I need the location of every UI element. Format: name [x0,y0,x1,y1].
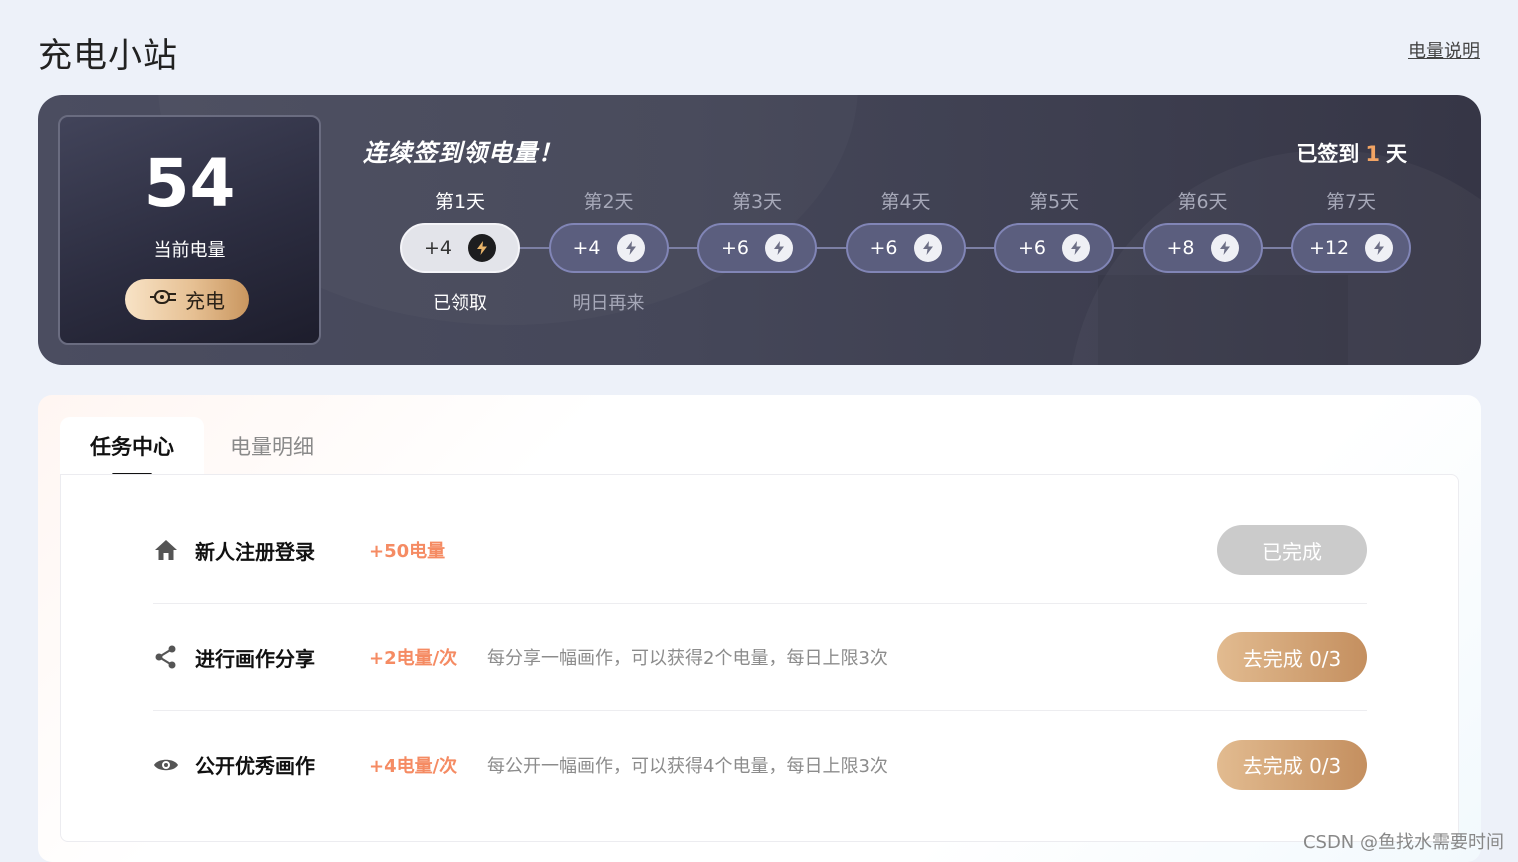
day-label: 第5天 [1028,191,1080,213]
task-description: 每公开一幅画作，可以获得4个电量，每日上限3次 [487,755,888,777]
task-row: 新人注册登录 +50电量 已完成 [153,497,1367,604]
charge-button[interactable]: 充电 [125,279,249,320]
signin-day-7[interactable]: 第7天 +12 [1291,187,1411,273]
task-reward: +50电量 [369,541,446,562]
lightning-icon [913,234,942,262]
day-label: 第2天 [583,191,634,213]
task-name: 进行画作分享 [195,646,315,671]
tab-energy-detail[interactable]: 电量明细 [200,417,344,475]
lightning-icon [616,234,645,262]
signin-day-5[interactable]: 第5天 +6 [994,187,1114,273]
day-reward: +8 [1166,237,1195,259]
task-reward: +4电量/次 [369,755,458,777]
home-icon [153,537,179,563]
day-label: 第6天 [1177,191,1228,213]
task-list: 新人注册登录 +50电量 已完成 进行画作分享 +2电量/次 每分享一幅画作，可… [60,474,1459,842]
task-panel: 任务中心 电量明细 新人注册登录 +50电量 已完成 进行画作分享 +2电量/次… [38,395,1481,862]
task-row: 进行画作分享 +2电量/次 每分享一幅画作，可以获得2个电量，每日上限3次 去完… [153,604,1367,711]
signin-status: 已签到 1 天 [1296,138,1407,168]
day-label: 第3天 [731,191,783,213]
day-reward-pill: +6 [845,223,966,273]
lightning-icon [1365,234,1394,262]
signin-status-suffix: 天 [1386,142,1407,166]
energy-label: 当前电量 [153,240,226,261]
day-reward-pill: +12 [1291,223,1411,273]
lightning-icon [765,234,793,262]
day-label: 第4天 [880,191,931,213]
day-reward-pill: +6 [994,223,1114,273]
day-reward-pill: +8 [1142,223,1263,273]
task-go-button[interactable]: 去完成 0/3 [1217,739,1367,790]
task-completed-button[interactable]: 已完成 [1217,525,1367,575]
signin-day-6[interactable]: 第6天 +8 [1142,187,1263,273]
lightning-icon [468,234,496,262]
signin-day-3[interactable]: 第3天 +6 [697,187,817,273]
day-reward-pill: +4 [548,223,669,273]
signin-day-2[interactable]: 第2天 +4 明日再来 [548,187,669,315]
day-reward: +4 [572,237,601,259]
eye-icon [153,752,179,778]
day-label: 第1天 [434,191,486,213]
day-reward-pill: +6 [697,223,817,273]
page-title: 充电小站 [38,36,178,76]
task-name: 公开优秀画作 [195,754,315,778]
day-reward-pill: +4 [400,223,520,273]
signin-days-count: 1 [1365,142,1380,166]
charge-button-label: 充电 [185,289,225,313]
day-reward: +6 [720,237,749,259]
signin-day-1[interactable]: 第1天 +4 已领取 [400,187,520,315]
lightning-icon [1210,234,1239,262]
task-name: 新人注册登录 [195,539,315,564]
day-reward: +12 [1308,237,1350,259]
tab-task-center[interactable]: 任务中心 [60,417,204,476]
day-reward: +6 [1017,237,1046,259]
plug-icon [149,287,177,312]
lightning-icon [1062,234,1090,262]
day-note: 已领取 [433,293,487,314]
day-label: 第7天 [1325,191,1377,213]
energy-card: 54 当前电量 充电 [58,115,321,345]
signin-title: 连续签到领电量！ [363,139,563,167]
task-go-button[interactable]: 去完成 0/3 [1217,632,1367,682]
day-reward: +4 [423,237,452,259]
tab-label: 任务中心 [90,435,174,459]
watermark: CSDN @鱼找水需要时间 [1302,832,1504,853]
share-icon [153,644,179,670]
signin-banner: 54 当前电量 充电 连续签到领电量！ 已签到 1 天 第1天 +4 已领取 第2天… [38,95,1481,365]
task-row: 公开优秀画作 +4电量/次 每公开一幅画作，可以获得4个电量，每日上限3次 去完… [153,711,1367,818]
task-description: 每分享一幅画作，可以获得2个电量，每日上限3次 [487,648,888,669]
signin-days: 第1天 +4 已领取 第2天 +4 明日再来 第3天 +6 第4天 +6 第5天… [400,187,1412,317]
signin-status-prefix: 已签到 [1296,142,1360,166]
energy-value: 54 [143,145,236,222]
task-reward: +2电量/次 [369,648,458,669]
energy-help-link[interactable]: 电量说明 [1408,37,1480,63]
tab-label: 电量明细 [230,435,314,459]
day-note: 明日再来 [572,293,645,314]
day-reward: +6 [869,237,898,259]
signin-day-4[interactable]: 第4天 +6 [845,187,966,273]
